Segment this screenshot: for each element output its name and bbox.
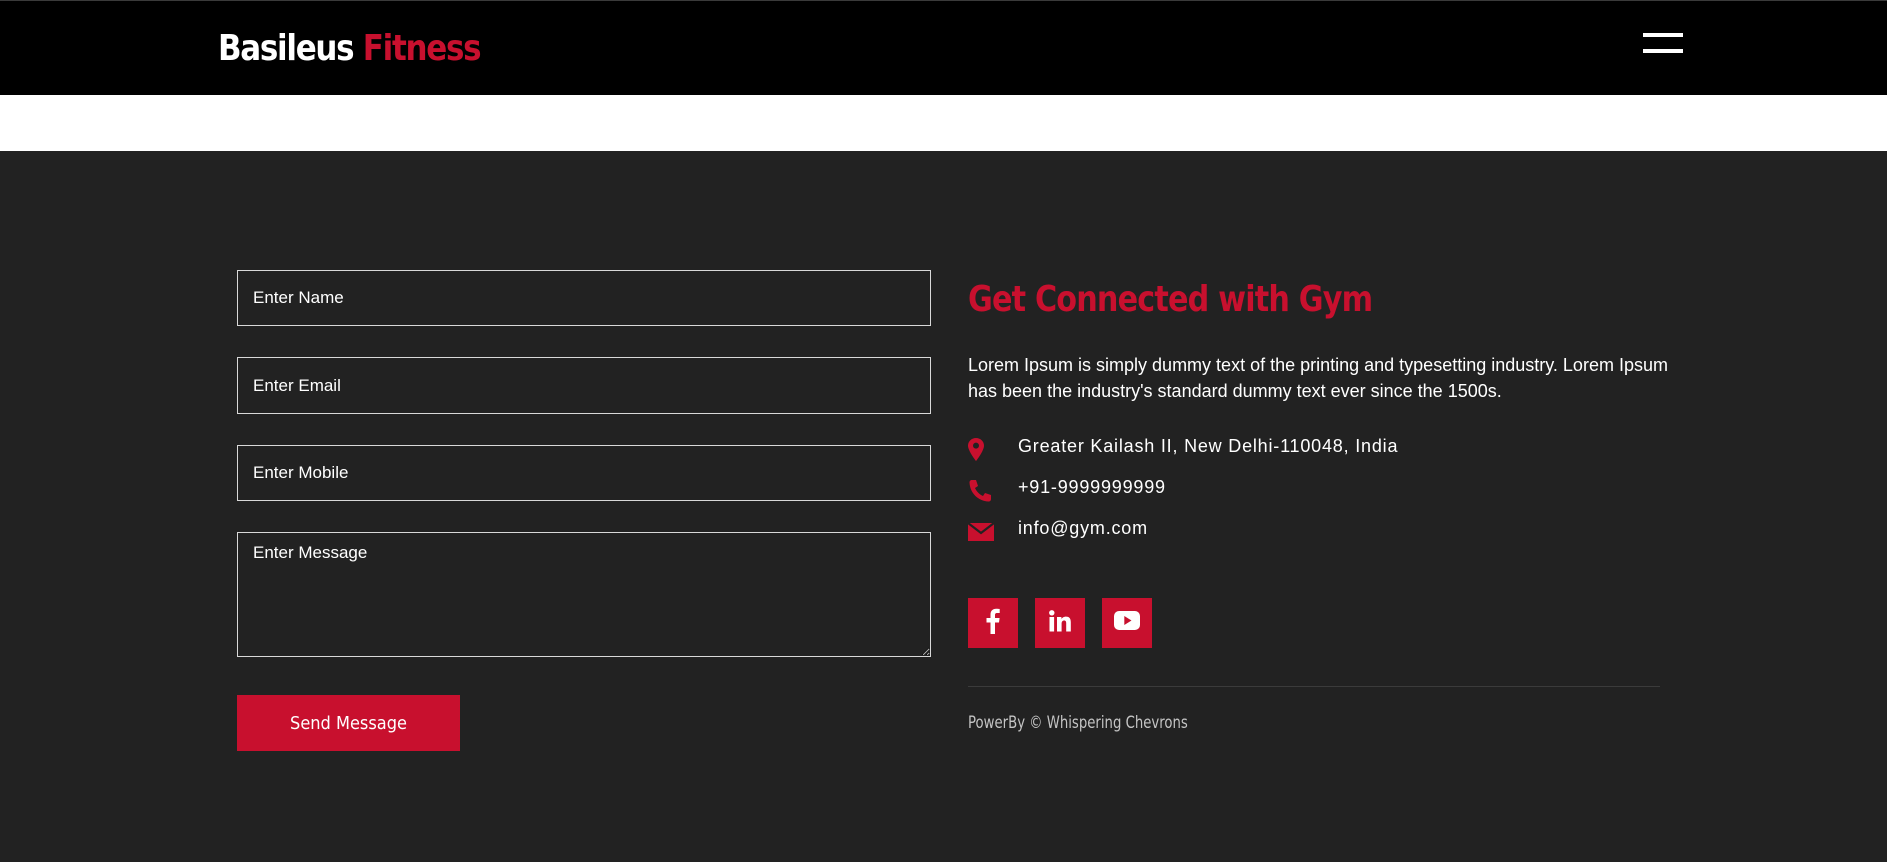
message-textarea[interactable]: [237, 532, 931, 657]
contact-heading: Get Connected with Gym: [968, 279, 1373, 320]
facebook-link[interactable]: [968, 598, 1018, 648]
top-navbar: Basileus Fitness: [0, 0, 1887, 95]
footer-divider: [968, 686, 1660, 687]
contact-footer-section: [0, 151, 1887, 862]
copyright-text: PowerBy © Whispering Chevrons: [968, 713, 1188, 733]
map-marker-icon: [968, 438, 996, 462]
brand-name-accent: Fitness: [362, 28, 482, 69]
phone-text: +91-9999999999: [1018, 477, 1166, 497]
address-text: Greater Kailash II, New Delhi-110048, In…: [1018, 436, 1399, 456]
email-text: info@gym.com: [1018, 518, 1148, 538]
send-message-button[interactable]: Send Message: [237, 695, 460, 751]
facebook-icon: [986, 608, 1000, 639]
contact-description: Lorem Ipsum is simply dummy text of the …: [968, 355, 1668, 401]
brand-name-primary: Basileus: [218, 28, 355, 69]
brand-logo[interactable]: Basileus Fitness: [218, 23, 482, 75]
hamburger-menu-icon[interactable]: [1643, 33, 1683, 55]
mobile-input[interactable]: [237, 445, 931, 501]
linkedin-link[interactable]: [1035, 598, 1085, 648]
name-input[interactable]: [237, 270, 931, 326]
youtube-icon: [1114, 611, 1140, 635]
email-input[interactable]: [237, 357, 931, 414]
linkedin-icon: [1049, 609, 1071, 637]
envelope-icon: [967, 520, 996, 544]
page-spacer: [0, 95, 1887, 151]
phone-icon: [968, 479, 996, 503]
youtube-link[interactable]: [1102, 598, 1152, 648]
